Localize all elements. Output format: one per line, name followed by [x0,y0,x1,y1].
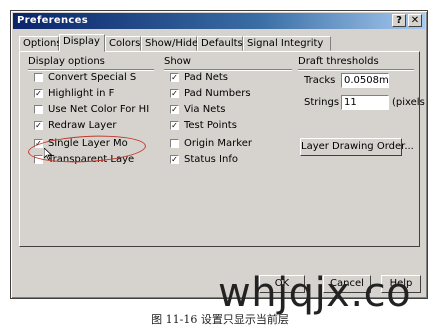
tracks-input[interactable]: 0.0508mm [341,73,389,88]
checkbox-label: Pad Nets [184,72,228,83]
tab-colors[interactable]: Colors [105,36,141,51]
tab-show-hide[interactable]: Show/Hide [141,36,198,51]
checkbox-label: Use Net Color For HI [48,104,150,115]
checkbox-box[interactable]: ✓ [170,89,179,98]
checkbox-label: Origin Marker [184,138,252,149]
strings-input[interactable]: 11 [341,95,389,110]
tab-signal-integrity[interactable]: Signal Integrity [243,36,331,51]
checkbox-label: Convert Special S [48,72,137,83]
figure-caption: 图 11-16 设置只显示当前层 [151,313,289,326]
checkbox-box[interactable]: ✓ [170,105,179,114]
tracks-label: Tracks [304,75,336,86]
display-options-title: Display options [28,56,105,67]
divider [298,69,414,71]
checkbox-box[interactable]: ✓ [170,121,179,130]
checkbox-label: Via Nets [184,104,226,115]
checkbox-label: Test Points [184,120,237,131]
checkbox-box[interactable]: ✓ [34,121,43,130]
checkbox-label: Redraw Layer [48,120,117,131]
close-button[interactable]: ✕ [408,14,422,27]
checkbox-box[interactable] [34,105,43,114]
layer-drawing-order-button[interactable]: Layer Drawing Order... [300,138,414,156]
tab-display[interactable]: Display [59,34,105,52]
checkbox-box[interactable]: ✓ [170,73,179,82]
window-title: Preferences [17,15,88,26]
tab-options[interactable]: Options [19,36,62,51]
strings-unit: (pixels [392,97,425,108]
divider [28,69,154,71]
checkbox-label: Pad Numbers [184,88,251,99]
title-bar[interactable]: Preferences ? ✕ [13,13,425,29]
checkbox-label: Highlight in F [48,88,115,99]
checkbox-box[interactable]: ✓ [170,155,179,164]
watermark-text: whjqjx.co [218,270,412,316]
checkbox-box[interactable]: ✓ [34,89,43,98]
divider [164,69,292,71]
checkbox-label: Status Info [184,154,238,165]
help-title-button[interactable]: ? [392,14,406,27]
tab-defaults[interactable]: Defaults [197,36,243,51]
strings-label: Strings [304,97,340,108]
draft-thresholds-title: Draft thresholds [298,56,379,67]
checkbox-box[interactable] [34,73,43,82]
mouse-pointer-icon [44,148,52,160]
checkbox-box[interactable] [170,139,179,148]
show-title: Show [164,56,191,67]
